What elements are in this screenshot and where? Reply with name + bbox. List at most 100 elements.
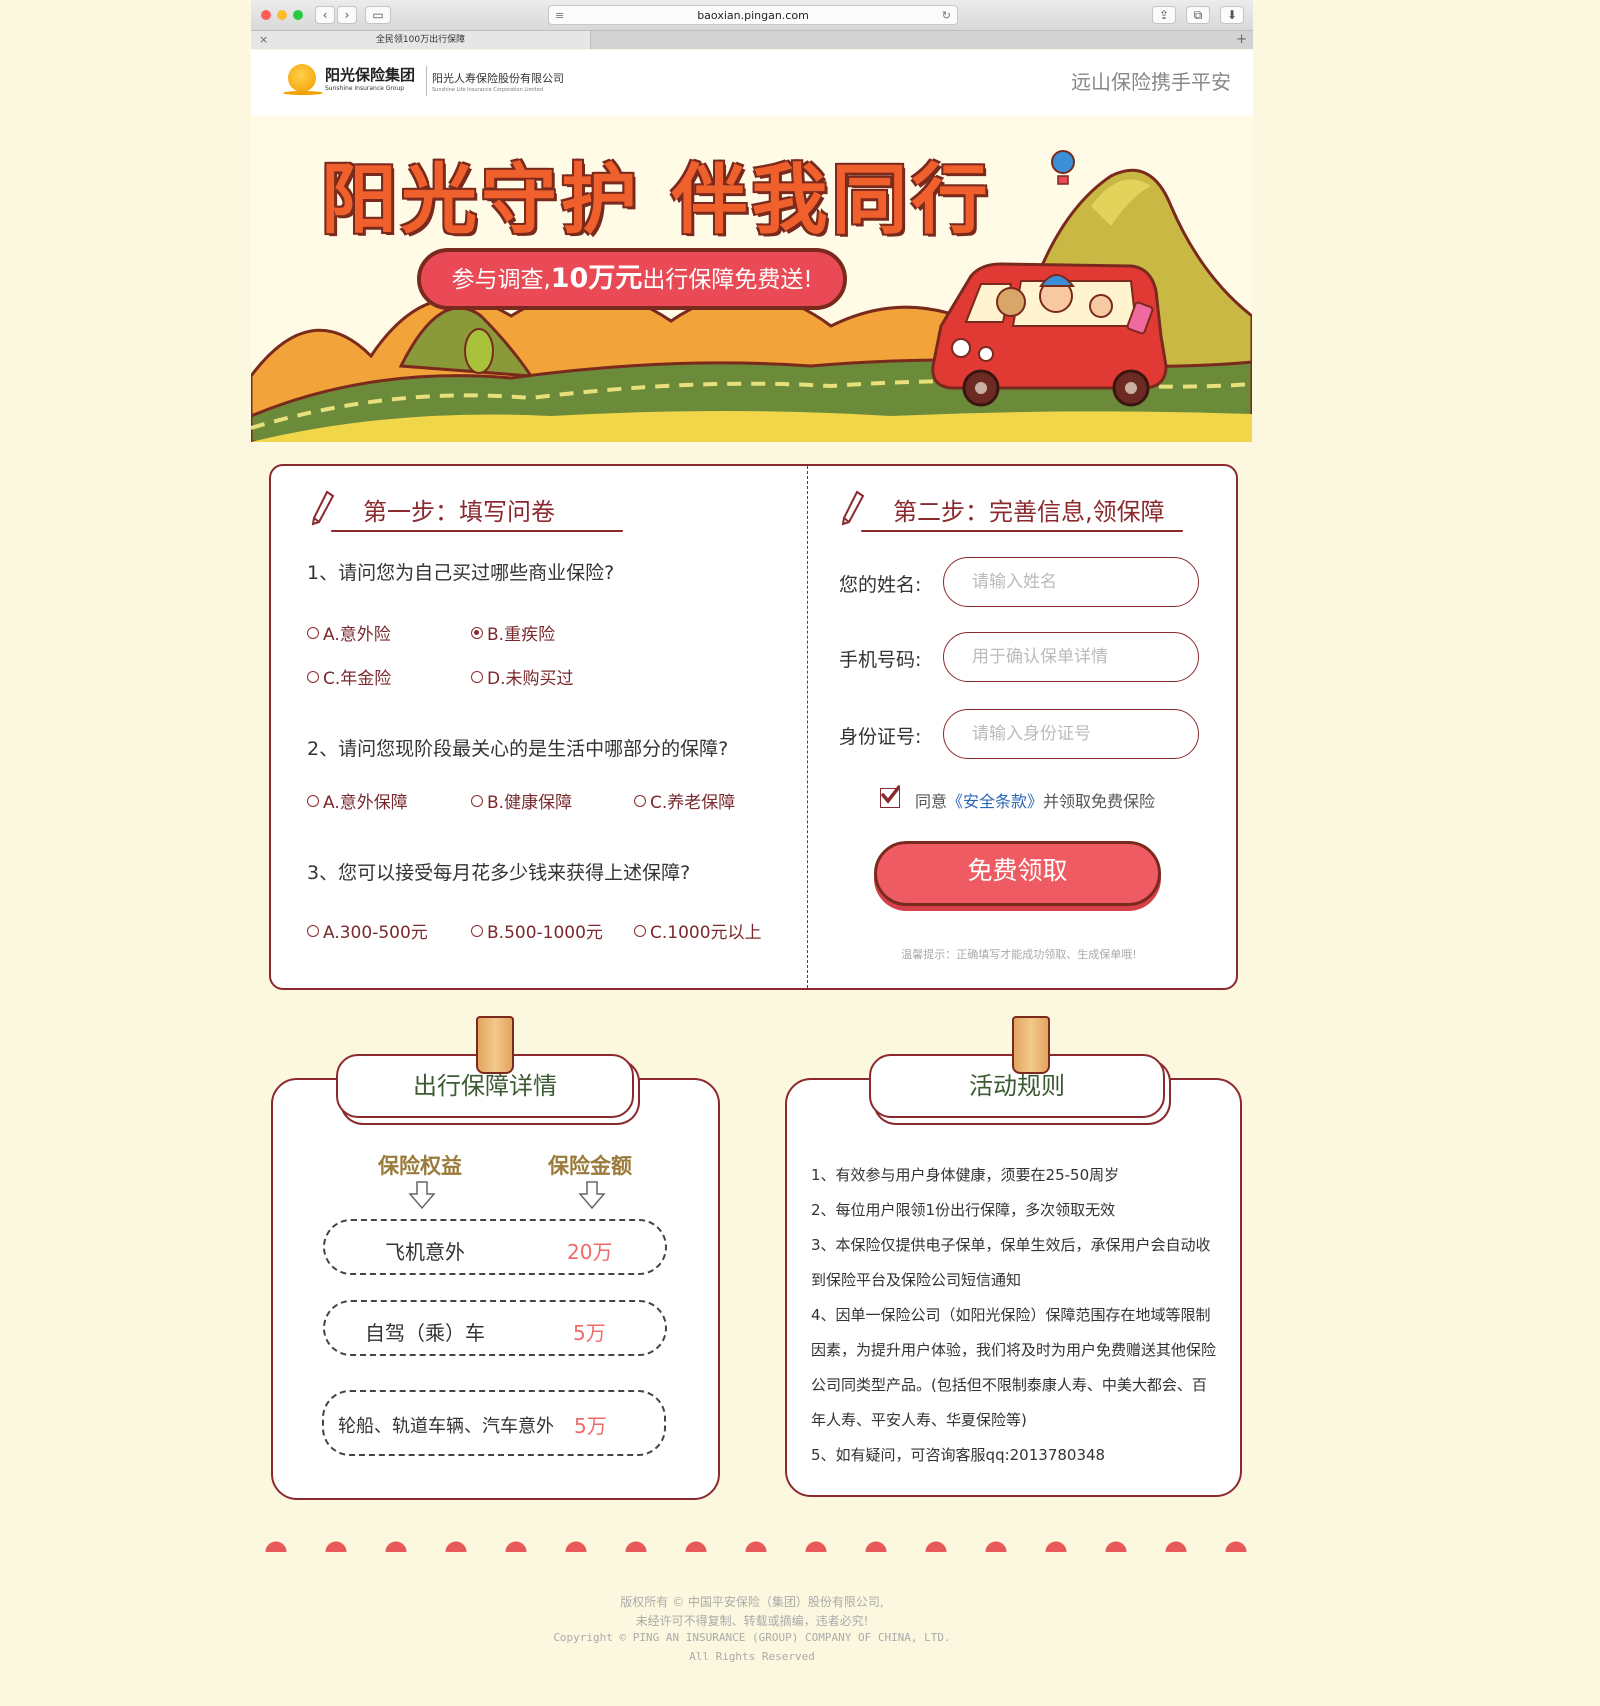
option-label: C.1000元以上 <box>650 923 762 943</box>
address-text: baoxian.pingan.com <box>697 9 809 22</box>
radio-icon <box>471 670 483 683</box>
arrow-down-icon <box>408 1181 436 1210</box>
copyright-line-4: All Rights Reserved <box>689 1650 815 1663</box>
scalloped-divider <box>246 1540 1258 1552</box>
coverage-row: 轮船、轨道车辆、汽车意外 5万 <box>322 1390 666 1456</box>
id-number-input[interactable] <box>943 709 1199 759</box>
q2-option-a[interactable]: A.意外保障 <box>307 788 408 813</box>
tab-title: 全民领100万出行保障 <box>375 35 466 45</box>
step2-underline <box>861 530 1183 532</box>
warm-tip: 温馨提示：正确填写才能成功领取、生成保单哦! <box>901 948 1137 961</box>
q1-option-b[interactable]: B.重疾险 <box>471 620 555 645</box>
promo-suffix: 出行保障免费送! <box>642 267 813 293</box>
chevron-right-icon: › <box>344 8 350 22</box>
back-button[interactable]: ‹ <box>315 6 335 24</box>
sidebar-button[interactable]: ▭ <box>365 6 391 24</box>
promo-prefix: 参与调查, <box>451 267 551 293</box>
q1-option-c[interactable]: C.年金险 <box>307 664 391 689</box>
rule-line: 2、每位用户限领1份出行保障，多次领取无效 <box>811 1201 1116 1219</box>
arrow-down-icon <box>578 1181 606 1210</box>
q3-option-b[interactable]: B.500-1000元 <box>471 918 603 943</box>
q1-option-a[interactable]: A.意外险 <box>307 620 391 645</box>
banner-promo-pill: 参与调查,10万元出行保障免费送! <box>417 248 847 310</box>
name-label: 您的姓名: <box>839 574 922 596</box>
coverage-name: 飞机意外 <box>385 1240 465 1264</box>
reload-icon[interactable]: ↻ <box>942 6 951 25</box>
chevron-left-icon: ‹ <box>322 8 328 22</box>
tabs-overview-button[interactable]: ⧉ <box>1186 6 1210 24</box>
option-label: A.300-500元 <box>323 923 428 943</box>
header-slogan: 远山保险携手平安 <box>1071 70 1231 94</box>
question-2: 2、请问您现阶段最关心的是生活中哪部分的保障? <box>307 738 729 760</box>
radio-icon <box>471 924 483 937</box>
logo-name-en: Sunshine Insurance Group <box>325 85 405 92</box>
logo-swoosh <box>283 91 323 95</box>
claim-free-button[interactable]: 免费领取 <box>874 841 1161 906</box>
downloads-button[interactable]: ⬇ <box>1220 6 1244 24</box>
coverage-amount: 20万 <box>567 1240 613 1264</box>
zoom-window-button[interactable] <box>293 10 303 20</box>
radio-icon <box>471 794 483 807</box>
address-bar[interactable]: ≡ baoxian.pingan.com ↻ <box>548 5 958 25</box>
radio-icon <box>634 794 646 807</box>
rule-line: 4、因单一保险公司（如阳光保险）保障范围存在地域等限制因素，为提升用户体验，我们… <box>811 1306 1217 1429</box>
logo-divider <box>426 66 427 96</box>
agree-text: 同意《安全条款》并领取免费保险 <box>915 788 1155 812</box>
option-label: B.健康保障 <box>487 793 573 813</box>
survey-form-card: 第一步：填写问卷 1、请问您为自己买过哪些商业保险? A.意外险 B.重疾险 C… <box>269 464 1238 990</box>
agree-checkbox[interactable] <box>880 785 900 808</box>
coverage-name: 自驾（乘）车 <box>365 1321 485 1345</box>
copyright-line-1: 版权所有 © 中国平安保险（集团）股份有限公司, <box>620 1595 884 1609</box>
radio-icon <box>634 924 646 937</box>
name-input[interactable] <box>943 557 1199 607</box>
logo-name: 阳光保险集团 <box>325 66 416 84</box>
radio-icon <box>307 626 319 639</box>
tab-active[interactable]: × 全民领100万出行保障 <box>251 31 591 49</box>
checkmark-icon <box>881 785 900 804</box>
company-name: 阳光人寿保险股份有限公司 <box>432 72 564 85</box>
activity-rules-card: 1、有效参与用户身体健康，须要在25-50周岁 2、每位用户限领1份出行保障，多… <box>785 1078 1242 1497</box>
share-icon: ⇪ <box>1158 8 1170 22</box>
question-1: 1、请问您为自己买过哪些商业保险? <box>307 562 615 584</box>
q3-option-c[interactable]: C.1000元以上 <box>634 918 762 943</box>
share-button[interactable]: ⇪ <box>1152 6 1176 24</box>
q2-option-b[interactable]: B.健康保障 <box>471 788 572 813</box>
agree-suffix: 并领取免费保险 <box>1043 792 1156 811</box>
phone-input[interactable] <box>943 632 1199 682</box>
radio-icon <box>307 924 319 937</box>
q2-option-c[interactable]: C.养老保障 <box>634 788 735 813</box>
q1-option-d[interactable]: D.未购买过 <box>471 664 574 689</box>
step2-title: 第二步：完善信息,领保障 <box>893 498 1165 526</box>
terms-link[interactable]: 《安全条款》 <box>947 792 1043 811</box>
radio-icon <box>307 670 319 683</box>
forward-button[interactable]: › <box>337 6 357 24</box>
browser-window: ‹ › ▭ ≡ baoxian.pingan.com ↻ ⇪ ⧉ ⬇ × 全民领… <box>251 0 1253 49</box>
step1-underline <box>331 530 623 532</box>
step1-title: 第一步：填写问卷 <box>363 498 555 526</box>
minimize-window-button[interactable] <box>277 10 287 20</box>
id-number-label: 身份证号: <box>839 726 922 748</box>
option-label: C.年金险 <box>323 669 392 689</box>
company-name-en: Sunshine Life Insurance Corporation Limi… <box>432 87 544 93</box>
banner-title: 阳光守护 伴我同行 <box>321 155 992 244</box>
tabs-icon: ⧉ <box>1193 8 1203 22</box>
q3-option-a[interactable]: A.300-500元 <box>307 918 428 943</box>
coverage-row: 飞机意外 20万 <box>323 1219 667 1275</box>
option-label: A.意外险 <box>323 625 391 645</box>
col-amount-header: 保险金额 <box>548 1154 632 1178</box>
radio-checked-icon <box>471 626 483 639</box>
new-tab-button[interactable]: + <box>1236 31 1247 49</box>
close-window-button[interactable] <box>261 10 271 20</box>
promo-amount: 10万元 <box>550 263 643 294</box>
coverage-row: 自驾（乘）车 5万 <box>323 1300 667 1356</box>
pencil-icon <box>841 490 865 526</box>
reader-icon[interactable]: ≡ <box>555 6 564 25</box>
coverage-name: 轮船、轨道车辆、汽车意外 <box>338 1416 554 1437</box>
tab-bar: × 全民领100万出行保障 + <box>251 31 1253 49</box>
steps-divider <box>807 466 808 988</box>
option-label: C.养老保障 <box>650 793 736 813</box>
rule-line: 1、有效参与用户身体健康，须要在25-50周岁 <box>811 1166 1120 1184</box>
option-label: B.500-1000元 <box>487 923 603 943</box>
coverage-amount: 5万 <box>573 1321 606 1345</box>
tab-close-icon[interactable]: × <box>259 31 268 49</box>
